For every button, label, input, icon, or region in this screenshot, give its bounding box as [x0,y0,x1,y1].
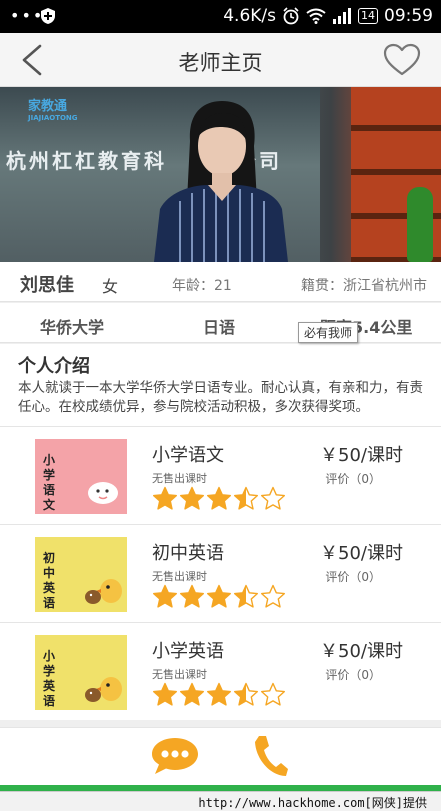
teacher-gender: 女 [102,277,119,296]
course-item[interactable]: 初中英语 初中英语 无售出课时 ￥50/课时 评价（0） [0,524,441,622]
star-icon [234,682,258,706]
teacher-school-info: 华侨大学 日语 距离5.4公里 [0,303,441,343]
course-rating [152,584,286,609]
action-bar [0,727,441,785]
course-sold-count: 无售出课时 [152,668,207,681]
course-thumbnail: 小学语文 [35,439,127,514]
star-icon [153,682,177,706]
course-thumbnail: 小学英语 [35,635,127,710]
course-price: ￥50/课时 [320,641,403,662]
status-bar: ••• 4.6K/s 14 09:59 [0,0,441,33]
course-thumbnail: 初中英语 [35,537,127,612]
teacher-portrait [154,101,288,262]
thumbnail-label: 小学英语 [43,649,56,708]
course-rating [152,682,286,707]
tooltip: 必有我师 [298,322,359,343]
star-icon [207,584,231,608]
logo-text: 家教通 JIAJIAOTONG [28,99,78,122]
teacher-name: 刘思佳 [20,275,74,296]
alarm-icon [283,7,299,25]
star-icon [180,486,204,510]
star-icon [207,682,231,706]
star-icon [180,682,204,706]
watermark-text: http://www.hackhome.com[网侠]提供 [198,796,427,810]
clock: 09:59 [384,6,433,26]
course-name: 初中英语 [152,543,224,564]
thumbnail-label: 初中英语 [43,551,56,610]
star-icon [234,584,258,608]
star-icon [234,486,258,510]
course-sold-count: 无售出课时 [152,472,207,485]
star-icon [261,682,285,706]
signal-icon [333,8,351,24]
course-review-count: 评价（0） [325,668,381,682]
phone-icon[interactable] [253,734,289,778]
nav-bar: 老师主页 [0,33,441,87]
star-icon [180,584,204,608]
star-icon [207,486,231,510]
course-review-count: 评价（0） [325,570,381,584]
teacher-basic-info: 刘思佳 女 年龄：21 籍贯：浙江省杭州市 [0,262,441,302]
intro-heading: 个人介绍 [18,356,90,377]
wifi-icon [306,8,326,24]
course-item[interactable]: 小学语文 小学语文 无售出课时 ￥50/课时 评价（0） [0,426,441,524]
heart-outline-icon[interactable] [383,43,421,77]
chick-icon [85,579,122,604]
rabbit-icon [88,482,118,504]
course-rating [152,486,286,511]
teacher-age: 年龄：21 [172,278,232,294]
teacher-school: 华侨大学 [40,318,105,337]
course-price: ￥50/课时 [320,543,403,564]
star-icon [153,486,177,510]
thumbnail-label: 小学语文 [43,453,56,512]
star-icon [153,584,177,608]
teacher-photo: 家教通 JIAJIAOTONG 杭州杠杠教育科 公司 [0,87,441,262]
course-review-count: 评价（0） [325,472,381,486]
course-name: 小学语文 [152,445,224,466]
intro-text: 本人就读于一本大学华侨大学日语专业。耐心认真，有亲和力，有责任心。在校成绩优异，… [18,380,423,415]
course-name: 小学英语 [152,641,224,662]
network-speed: 4.6K/s [223,6,276,26]
course-item[interactable]: 小学英语 小学英语 无售出课时 ￥50/课时 评价（0） [0,622,441,720]
watermark-bar: http://www.hackhome.com[网侠]提供 [0,791,441,811]
battery-indicator: 14 [358,8,378,24]
page-title: 老师主页 [178,51,263,75]
teacher-subject: 日语 [203,318,236,337]
star-icon [261,584,285,608]
star-icon [261,486,285,510]
shield-icon [41,8,55,24]
teacher-origin: 籍贯：浙江省杭州市 [301,278,427,294]
intro-section: 个人介绍 本人就读于一本大学华侨大学日语专业。耐心认真，有亲和力，有责任心。在校… [0,344,441,426]
course-price: ￥50/课时 [320,445,403,466]
chick-icon [85,677,122,702]
course-sold-count: 无售出课时 [152,570,207,583]
chat-bubble-icon[interactable] [150,736,200,776]
